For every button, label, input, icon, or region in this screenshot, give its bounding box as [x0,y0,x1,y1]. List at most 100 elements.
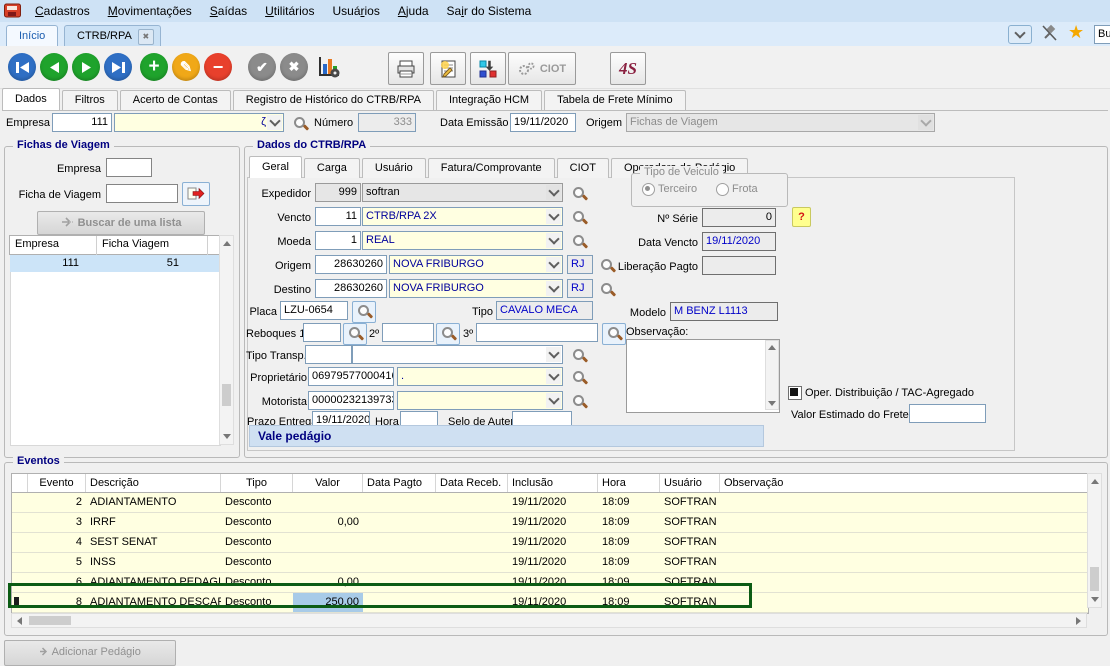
tipo-transp-code-field[interactable] [305,345,352,364]
eventos-cell[interactable]: SOFTRAN [660,493,720,512]
liberacao-field[interactable] [702,256,776,275]
chevron-down-icon[interactable] [546,369,561,384]
row-indicator[interactable] [12,573,28,592]
tab-integra-o-hcm[interactable]: Integração HCM [436,90,542,110]
search-icon[interactable] [571,209,587,225]
last-record-button[interactable] [104,53,132,81]
search-icon[interactable] [599,257,615,273]
eventos-row[interactable]: 3IRRFDesconto0,0019/11/202018:09SOFTRAN [12,513,1088,533]
eventos-cell[interactable] [363,573,436,592]
origem-combo[interactable]: Fichas de Viagem [626,113,935,132]
eventos-cell[interactable]: 0,00 [293,513,363,532]
search-icon[interactable] [599,281,615,297]
eventos-cell[interactable] [720,533,1088,552]
eventos-cell[interactable] [293,493,363,512]
eventos-cell[interactable]: 8 [28,593,86,612]
unpin-icon[interactable] [1040,23,1058,46]
moeda-code-field[interactable]: 1 [315,231,361,250]
row-indicator[interactable] [12,593,28,612]
search-icon[interactable] [571,369,587,385]
reboque3-search-button[interactable] [602,323,626,345]
eventos-cell[interactable] [363,493,436,512]
eventos-row[interactable]: 4SEST SENATDesconto19/11/202018:09SOFTRA… [12,533,1088,553]
eventos-row[interactable]: 2ADIANTAMENTODesconto19/11/202018:09SOFT… [12,493,1088,513]
origem-code-field[interactable]: 28630260 [315,255,387,274]
menu-item-utilit-rios[interactable]: Utilitários [256,2,323,20]
menu-item-cadastros[interactable]: Cadastros [26,2,99,20]
ctrb-tab-fatura-comprovante[interactable]: Fatura/Comprovante [428,158,555,178]
eventos-cell[interactable]: 18:09 [598,533,660,552]
eventos-cell[interactable]: SOFTRAN [660,573,720,592]
reboque1-search-button[interactable] [343,323,367,345]
search-icon[interactable] [571,185,587,201]
column-header[interactable]: Usuário [660,474,720,492]
origem-cidade-combo[interactable]: NOVA FRIBURGO [389,255,563,274]
column-header[interactable]: Data Receb. [436,474,508,492]
eventos-cell[interactable]: Desconto [221,493,293,512]
vencto-code-field[interactable]: 11 [315,207,361,226]
tipo-transp-combo[interactable] [352,345,563,364]
eventos-cell[interactable]: 18:09 [598,593,660,612]
proprietario-combo[interactable]: . [397,367,563,386]
scroll-down-icon[interactable] [220,429,233,444]
vale-pedagio-header[interactable]: Vale pedágio [249,425,764,447]
search-icon[interactable] [571,347,587,363]
eventos-cell[interactable]: Desconto [221,593,293,612]
eventos-cell[interactable]: INSS [86,553,221,572]
placa-field[interactable]: LZU-0654 [280,301,348,320]
column-header[interactable]: Inclusão [508,474,598,492]
ctrb-tab-geral[interactable]: Geral [249,156,302,178]
column-header[interactable]: Valor [293,474,363,492]
eventos-cell[interactable]: 19/11/2020 [508,573,598,592]
tipo-veiculo-field[interactable]: CAVALO MECA [496,301,593,320]
add-record-button[interactable]: + [140,53,168,81]
eventos-cell[interactable]: 19/11/2020 [508,553,598,572]
first-record-button[interactable] [8,53,36,81]
eventos-cell[interactable]: 18:09 [598,553,660,572]
chevron-down-icon[interactable] [546,257,561,272]
scrollbar-thumb[interactable] [1090,567,1099,591]
observacao-textarea[interactable] [626,339,780,413]
reboque1-field[interactable] [303,323,341,342]
reboque2-search-button[interactable] [436,323,460,345]
placa-search-button[interactable] [352,301,376,323]
close-tab-icon[interactable]: ✖ [138,29,154,45]
tab-acerto-de-contas[interactable]: Acerto de Contas [120,90,231,110]
next-record-button[interactable] [72,53,100,81]
chevron-down-icon[interactable] [546,185,561,200]
oper-distribuicao-checkbox[interactable] [788,386,802,400]
chevron-down-icon[interactable] [267,115,282,130]
row-indicator-header[interactable] [12,474,28,492]
ctrb-tab-carga[interactable]: Carga [304,158,360,178]
menu-item-movimenta-es[interactable]: Movimentações [99,2,201,20]
scroll-up-icon[interactable] [1088,474,1101,489]
fichas-empresa-field[interactable] [106,158,152,177]
column-header[interactable]: Empresa [10,236,97,256]
eventos-cell[interactable] [363,513,436,532]
chevron-down-icon[interactable] [546,233,561,248]
eventos-cell[interactable] [436,573,508,592]
scroll-up-icon[interactable] [220,236,233,251]
scroll-down-icon[interactable] [1088,592,1101,607]
tab-search-input[interactable]: Bu [1094,25,1110,44]
eventos-cell[interactable]: 19/11/2020 [508,493,598,512]
eventos-cell[interactable]: Desconto [221,533,293,552]
row-indicator[interactable] [12,533,28,552]
favorite-star-icon[interactable]: ★ [1068,22,1084,43]
eventos-cell[interactable] [436,593,508,612]
help-button[interactable]: ? [792,207,811,227]
eventos-cell[interactable]: 19/11/2020 [508,533,598,552]
column-header[interactable]: Hora [598,474,660,492]
softran-logo-button[interactable]: 4S [610,52,646,85]
eventos-cell[interactable]: 19/11/2020 [508,593,598,612]
eventos-cell[interactable]: 18:09 [598,573,660,592]
eventos-cell[interactable] [720,593,1088,612]
eventos-cell[interactable]: Desconto [221,513,293,532]
eventos-cell[interactable]: ADIANTAMENTO DESCARGA [86,593,221,612]
eventos-cell[interactable]: 18:09 [598,493,660,512]
eventos-cell[interactable]: SOFTRAN [660,593,720,612]
print-button[interactable] [388,52,424,85]
fichas-grid-row[interactable]: 11151 [10,255,219,272]
scrollbar-thumb[interactable] [222,384,231,406]
reboque2-field[interactable] [382,323,434,342]
